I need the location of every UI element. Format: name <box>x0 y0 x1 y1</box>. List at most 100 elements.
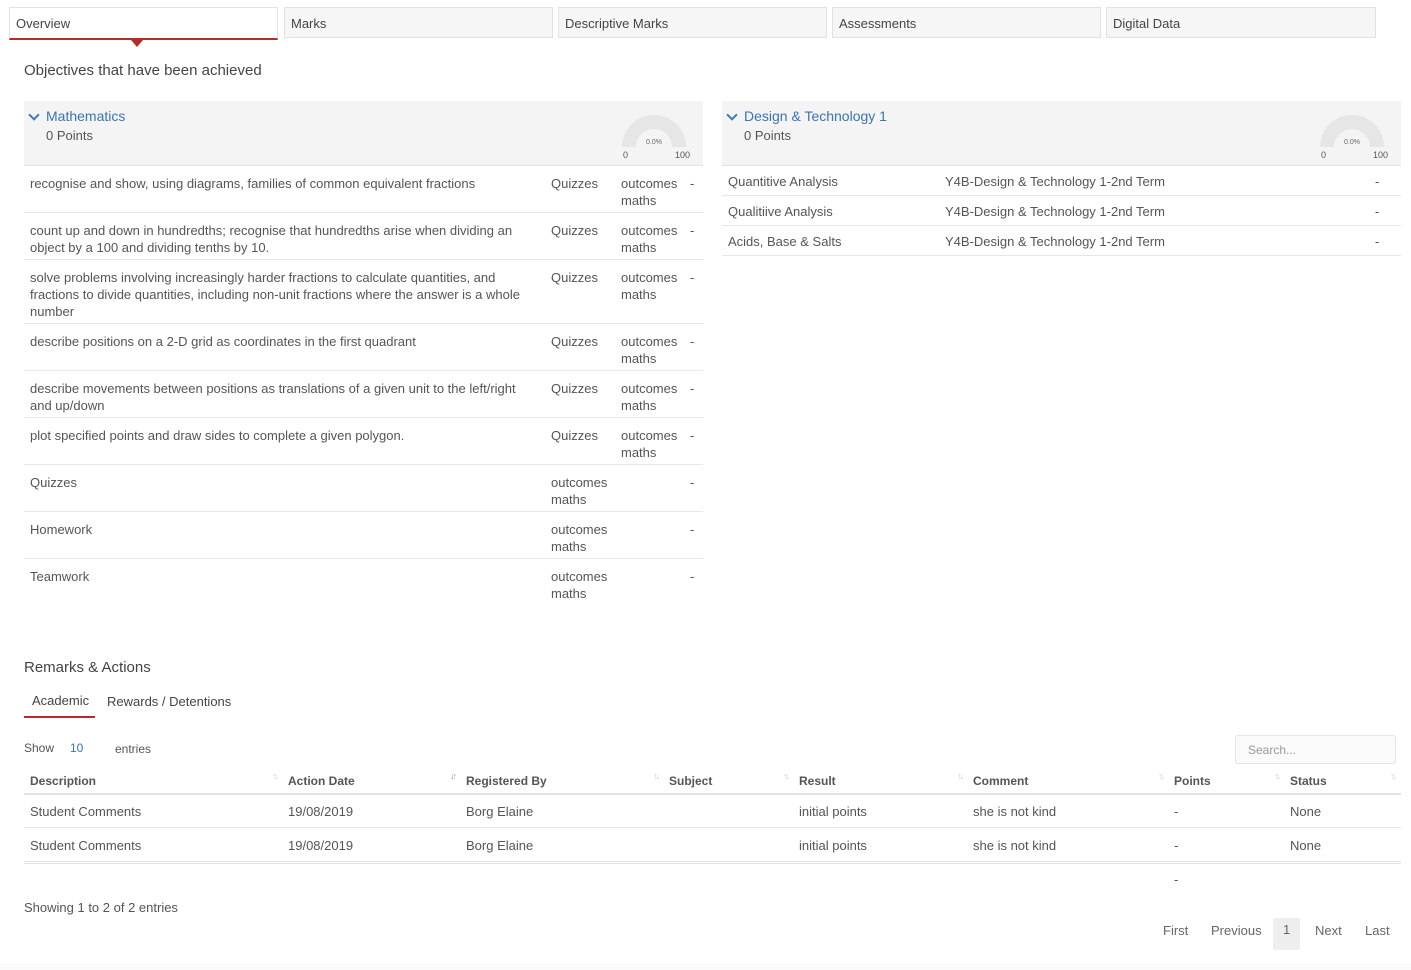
remarks-heading: Remarks & Actions <box>24 659 151 676</box>
objective-text: recognise and show, using diagrams, fami… <box>30 176 476 191</box>
student-overview-page: Overview Marks Descriptive Marks Assessm… <box>0 0 1411 964</box>
objective-mark: - <box>690 270 695 285</box>
objective-term: Y4B-Design & Technology 1-2nd Term <box>945 174 1165 189</box>
sort-icon[interactable]: ↑↓ <box>783 771 790 781</box>
tab-digital-data[interactable]: Digital Data <box>1106 7 1376 38</box>
objective-text: count up and down in hundredths; recogni… <box>30 223 513 255</box>
summary-mark: - <box>690 475 695 490</box>
sort-icon[interactable]: ↑↓ <box>1274 771 1281 781</box>
summary-category: outcomes maths <box>551 475 608 507</box>
objective-type: Quizzes <box>551 381 598 396</box>
table-footer-divider <box>24 863 1401 864</box>
cell-result: initial points <box>799 804 867 819</box>
objective-category: outcomes maths <box>621 223 678 255</box>
gauge-percent: 0.0% <box>1344 139 1360 146</box>
objective-term: Y4B-Design & Technology 1-2nd Term <box>945 204 1165 219</box>
gauge-percent: 0.0% <box>646 139 662 146</box>
gauge-max: 100 <box>674 150 690 160</box>
objective-category: outcomes maths <box>621 270 678 302</box>
objective-mark: - <box>1375 174 1380 189</box>
summary-row: Homework outcomes maths - <box>24 512 703 559</box>
objective-row: plot specified points and draw sides to … <box>24 418 703 465</box>
search-input[interactable] <box>1235 735 1396 764</box>
objective-category: outcomes maths <box>621 381 678 413</box>
sort-icon[interactable]: ↑↓ <box>1158 771 1165 781</box>
page-size-select[interactable]: 10 <box>70 741 83 755</box>
sort-icon[interactable]: ↑↓ <box>272 771 279 781</box>
active-tab-caret-icon <box>131 40 143 47</box>
cell-status: None <box>1290 804 1322 819</box>
objective-row: Qualitiive Analysis Y4B-Design & Technol… <box>722 196 1401 226</box>
pagination-page-1[interactable]: 1 <box>1273 918 1301 950</box>
tab-label: Assessments <box>839 16 917 31</box>
summary-name: Homework <box>30 522 93 537</box>
column-header-comment[interactable]: Comment <box>973 774 1028 788</box>
tab-assessments[interactable]: Assessments <box>832 7 1101 38</box>
pagination-next[interactable]: Next <box>1315 923 1342 947</box>
table-header: Description ↑↓ Action Date ↓↑ Registered… <box>24 769 1401 795</box>
cell-registered-by: Borg Elaine <box>466 804 534 819</box>
cell-points: - <box>1174 838 1179 853</box>
objective-mark: - <box>690 381 695 396</box>
subject-title[interactable]: Design & Technology 1 <box>744 108 887 124</box>
objective-text: solve problems involving increasingly ha… <box>30 270 520 319</box>
sort-icon[interactable]: ↑↓ <box>653 771 660 781</box>
column-header-description[interactable]: Description <box>30 774 96 788</box>
tab-label: Rewards / Detentions <box>107 694 232 709</box>
summary-category: outcomes maths <box>551 569 608 601</box>
summary-row: Quizzes outcomes maths - <box>24 465 703 512</box>
cell-points: - <box>1174 804 1179 819</box>
cell-action-date: 19/08/2019 <box>288 838 354 853</box>
chevron-down-icon[interactable] <box>28 109 40 121</box>
objective-row: Acids, Base & Salts Y4B-Design & Technol… <box>722 226 1401 256</box>
objectives-heading: Objectives that have been achieved <box>24 62 262 79</box>
tab-label: Academic <box>32 693 90 708</box>
objective-mark: - <box>1375 204 1380 219</box>
column-header-action-date[interactable]: Action Date <box>288 774 355 788</box>
tab-overview[interactable]: Overview <box>9 7 278 47</box>
column-header-status[interactable]: Status <box>1290 774 1327 788</box>
objective-mark: - <box>690 428 695 443</box>
sort-icon[interactable]: ↑↓ <box>1390 771 1397 781</box>
summary-mark: - <box>690 522 695 537</box>
tab-descriptive-marks[interactable]: Descriptive Marks <box>558 7 827 38</box>
tab-marks[interactable]: Marks <box>284 7 553 38</box>
objective-type: Quizzes <box>551 334 598 349</box>
tab-academic[interactable]: Academic <box>24 686 95 718</box>
summary-name: Quizzes <box>30 475 77 490</box>
tab-rewards-detentions[interactable]: Rewards / Detentions <box>99 687 239 719</box>
objective-category: outcomes maths <box>621 176 678 208</box>
column-header-registered-by[interactable]: Registered By <box>466 774 547 788</box>
summary-row: Teamwork outcomes maths - <box>24 559 703 606</box>
entries-label: entries <box>115 742 152 756</box>
pagination-first[interactable]: First <box>1163 923 1188 947</box>
column-header-subject[interactable]: Subject <box>669 774 712 788</box>
objective-type: Quizzes <box>551 428 598 443</box>
sort-icon[interactable]: ↓↑ <box>450 771 457 781</box>
objective-row: recognise and show, using diagrams, fami… <box>24 166 703 213</box>
subject-panel-design-technology: Design & Technology 1 0 Points 0.0% 0 10… <box>722 101 1401 256</box>
gauge-min: 0 <box>623 150 629 160</box>
show-label: Show <box>24 741 55 755</box>
tab-label: Descriptive Marks <box>565 16 669 31</box>
column-header-points[interactable]: Points <box>1174 774 1211 788</box>
gauge-max: 100 <box>1372 150 1388 160</box>
chevron-down-icon[interactable] <box>726 109 738 121</box>
objective-text: describe movements between positions as … <box>30 381 516 413</box>
summary-category: outcomes maths <box>551 522 608 554</box>
subject-points: 0 Points <box>744 128 791 143</box>
objective-category: outcomes maths <box>621 428 678 460</box>
objective-row: count up and down in hundredths; recogni… <box>24 213 703 260</box>
objective-mark: - <box>690 223 695 238</box>
column-header-result[interactable]: Result <box>799 774 836 788</box>
pagination-previous[interactable]: Previous <box>1211 923 1262 947</box>
subject-points: 0 Points <box>46 128 93 143</box>
cell-registered-by: Borg Elaine <box>466 838 534 853</box>
objective-mark: - <box>690 334 695 349</box>
points-gauge: 0.0% 0 100 <box>619 112 690 162</box>
cell-comment: she is not kind <box>973 838 1057 853</box>
remarks-tabs: Academic Rewards / Detentions <box>24 686 284 719</box>
sort-icon[interactable]: ↑↓ <box>957 771 964 781</box>
pagination-last[interactable]: Last <box>1365 923 1390 947</box>
subject-title[interactable]: Mathematics <box>46 108 125 124</box>
